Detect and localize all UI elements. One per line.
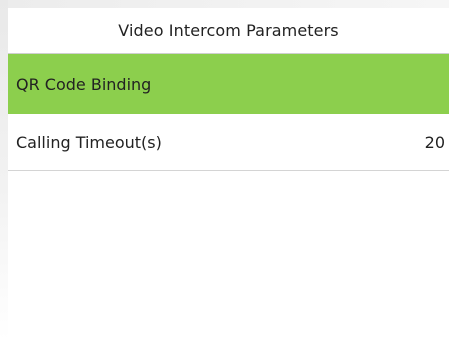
calling-timeout-value: 20	[424, 132, 445, 152]
title-bar: Video Intercom Parameters	[8, 8, 449, 54]
menu-item-label: Calling Timeout(s)	[16, 132, 162, 152]
device-screen-frame: Video Intercom Parameters QR Code Bindin…	[0, 0, 449, 340]
backdrop-top-edge	[0, 0, 449, 8]
menu-item-qr-code-binding[interactable]: QR Code Binding	[8, 54, 449, 114]
settings-screen: Video Intercom Parameters QR Code Bindin…	[8, 8, 449, 340]
page-title: Video Intercom Parameters	[118, 21, 339, 40]
backdrop-left-edge	[0, 0, 8, 340]
menu-item-calling-timeout[interactable]: Calling Timeout(s) 20	[8, 114, 449, 171]
menu-item-label: QR Code Binding	[16, 74, 152, 94]
